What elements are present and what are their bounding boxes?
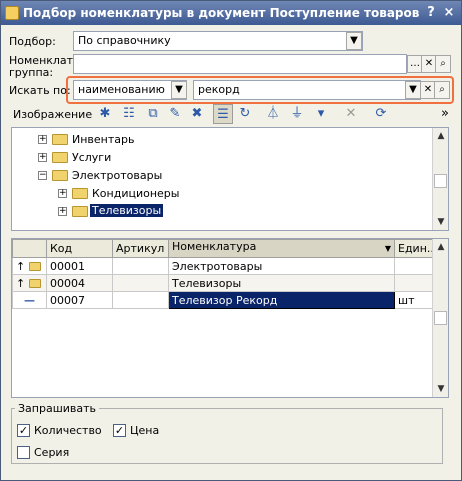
scroll-thumb[interactable] [434, 311, 447, 325]
folder-icon [28, 279, 41, 288]
folder-icon [52, 134, 68, 145]
add-group-icon[interactable]: ☷ [119, 104, 139, 124]
marker-column-header[interactable] [12, 239, 47, 258]
tree-item-label-selected: Телевизоры [90, 204, 164, 217]
series-label: Серия [34, 446, 70, 459]
expand-icon[interactable]: + [38, 153, 47, 162]
search-icon[interactable]: ⌕ [434, 81, 450, 99]
cell-code: 00004 [46, 274, 113, 292]
column-header-code[interactable]: Код [46, 239, 113, 258]
tree-item-label: Электротовары [72, 169, 163, 182]
search-text-input[interactable]: рекорд [193, 80, 421, 100]
podbor-select[interactable]: По справочнику [73, 31, 363, 51]
collapse-icon[interactable]: − [38, 171, 47, 180]
close-button[interactable]: × [441, 5, 457, 21]
expand-icon[interactable]: + [58, 189, 67, 198]
filter-history-icon[interactable]: ▾ [311, 104, 331, 124]
sort-desc-icon: ▼ [384, 244, 391, 253]
cell-article [112, 291, 169, 309]
items-grid: Код Артикул Номенклатура ▼ Един... ↑ 000… [12, 239, 442, 309]
table-header: Код Артикул Номенклатура ▼ Един... [12, 239, 442, 258]
scroll-down-icon[interactable]: ▼ [433, 214, 449, 230]
search-mode-select[interactable]: наименованию [73, 80, 187, 100]
cell-name: Электротовары [168, 257, 395, 275]
folder-open-icon [52, 170, 68, 181]
scroll-down-icon[interactable]: ▼ [433, 381, 448, 397]
price-label: Цена [130, 424, 160, 437]
title-bar: Подбор номенклатуры в документ Поступлен… [1, 1, 461, 25]
cell-article [112, 274, 169, 292]
group-row-icon: ↑ [12, 274, 47, 292]
items-table[interactable]: Код Артикул Номенклатура ▼ Един... ↑ 000… [11, 238, 449, 398]
folder-icon [72, 206, 88, 217]
expand-icon[interactable]: + [58, 207, 67, 216]
tree-item-label: Кондиционеры [92, 187, 180, 200]
more-icon[interactable]: » [435, 104, 455, 124]
scroll-up-icon[interactable]: ▲ [433, 128, 449, 144]
add-item-icon[interactable]: ✱ [95, 104, 115, 124]
group-row-icon: ↑ [12, 257, 47, 275]
edit-icon[interactable]: ✎ [165, 104, 185, 124]
scroll-thumb[interactable] [434, 174, 447, 188]
folder-icon [52, 152, 68, 163]
window-title: Подбор номенклатуры в документ Поступлен… [23, 6, 423, 20]
delete-mark-icon[interactable]: ✖ [187, 104, 207, 124]
group-label-line2: группа: [9, 66, 54, 79]
search-mode-value: наименованию [78, 83, 165, 96]
help-button[interactable]: ? [423, 5, 439, 21]
table-row[interactable]: ↑ 00001 Электротовары [12, 257, 442, 275]
expand-icon[interactable]: + [38, 135, 47, 144]
chevron-down-icon[interactable]: ▼ [171, 81, 187, 99]
quantity-checkbox[interactable]: ✓ [17, 424, 30, 437]
table-row[interactable]: — 00007 Телевизор Рекорд шт [12, 291, 442, 309]
up-arrow-icon: ↑ [16, 259, 26, 273]
hierarchy-icon[interactable]: ☰ [213, 104, 233, 124]
scroll-up-icon[interactable]: ▲ [433, 239, 448, 255]
search-text-value: рекорд [198, 83, 240, 96]
cell-article [112, 257, 169, 275]
filter-icon[interactable]: ⏃ [263, 104, 283, 124]
picker-window: Подбор номенклатуры в документ Поступлен… [0, 0, 462, 481]
chevron-down-icon[interactable]: ▼ [405, 81, 421, 99]
price-checkbox[interactable]: ✓ [113, 424, 126, 437]
column-header-article[interactable]: Артикул [112, 239, 169, 258]
group-tree[interactable]: + Инвентарь + Услуги − Электротовары + К… [11, 127, 449, 231]
podbor-label: Подбор: [9, 35, 56, 48]
quantity-label: Количество [34, 424, 102, 437]
up-arrow-icon: ↑ [16, 276, 26, 290]
cell-code: 00007 [46, 291, 113, 309]
copy-icon[interactable]: ⧉ [143, 104, 163, 124]
folder-icon [28, 262, 41, 271]
ask-group-title: Запрашивать [15, 402, 100, 415]
clear-filter-icon[interactable]: ✕ [341, 104, 361, 124]
app-icon [5, 6, 19, 20]
search-by-label: Искать по: [9, 84, 71, 97]
podbor-value: По справочнику [78, 34, 171, 47]
item-icon: — [12, 291, 47, 309]
cell-name: Телевизоры [168, 274, 395, 292]
table-scrollbar[interactable]: ▲ ▼ [432, 239, 448, 397]
sync-icon[interactable]: ⟳ [371, 104, 391, 124]
series-checkbox[interactable] [17, 446, 30, 459]
chevron-down-icon[interactable]: ▼ [346, 32, 362, 50]
cell-name-selected[interactable]: Телевизор Рекорд [168, 291, 395, 309]
column-header-name-label: Номенклатура [172, 240, 257, 254]
column-header-name[interactable]: Номенклатура ▼ [168, 239, 395, 258]
tree-scrollbar[interactable]: ▲ ▼ [432, 128, 448, 230]
filter-by-value-icon[interactable]: ⏚ [287, 104, 307, 124]
group-input[interactable] [73, 54, 407, 74]
search-icon[interactable]: ⌕ [435, 55, 451, 73]
cell-code: 00001 [46, 257, 113, 275]
folder-icon [72, 188, 88, 199]
tree-item-label: Инвентарь [72, 133, 135, 146]
image-label: Изображение [13, 108, 93, 121]
refresh-icon[interactable]: ↻ [235, 104, 255, 124]
tree-item-label: Услуги [72, 151, 112, 164]
table-row[interactable]: ↑ 00004 Телевизоры [12, 274, 442, 292]
